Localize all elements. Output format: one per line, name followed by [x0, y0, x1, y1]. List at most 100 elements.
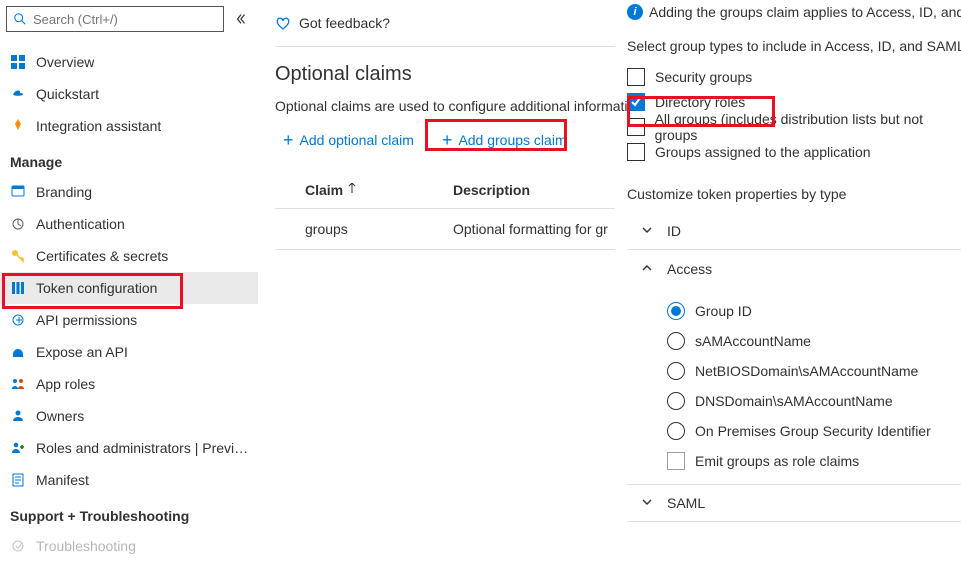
nav-label: Overview [36, 54, 94, 70]
radio-label: On Premises Group Security Identifier [695, 423, 931, 439]
checkbox-label: Emit groups as role claims [695, 453, 859, 469]
plus-icon: + [442, 133, 453, 147]
radio-icon [667, 392, 685, 410]
rocket-icon [10, 118, 26, 134]
nav-integration-assistant[interactable]: Integration assistant [0, 110, 258, 142]
chevron-up-icon [641, 261, 653, 277]
add-optional-claim-button[interactable]: + Add optional claim [275, 128, 422, 152]
search-row [0, 6, 258, 36]
checkbox-app-assigned-groups[interactable]: Groups assigned to the application [627, 139, 961, 164]
nav-label: Token configuration [36, 280, 157, 296]
nav-manifest[interactable]: Manifest [0, 464, 258, 496]
nav-label: Quickstart [36, 86, 99, 102]
checkbox-icon [627, 93, 645, 111]
expander-label: Access [667, 261, 712, 277]
nav-label: Integration assistant [36, 118, 161, 134]
nav-quickstart[interactable]: Quickstart [0, 78, 258, 110]
checkbox-icon [667, 452, 685, 470]
divider [275, 46, 615, 47]
feedback-label: Got feedback? [299, 15, 390, 31]
th-description-label: Description [453, 182, 530, 198]
checkbox-label: Groups assigned to the application [655, 144, 871, 160]
button-label: Add optional claim [300, 132, 414, 148]
radio-icon [667, 332, 685, 350]
chevron-double-left-icon [234, 12, 248, 26]
radio-label: sAMAccountName [695, 333, 811, 349]
nav-label: Roles and administrators | Previ… [36, 440, 248, 456]
info-icon: i [627, 4, 643, 20]
claims-table-header: Claim Description [275, 182, 615, 209]
radio-icon [667, 362, 685, 380]
nav-label: Expose an API [36, 344, 128, 360]
expander-access[interactable]: Access [627, 250, 961, 288]
troubleshooting-icon [10, 538, 26, 554]
th-claim[interactable]: Claim [305, 182, 453, 198]
nav-troubleshooting[interactable]: Troubleshooting [0, 530, 258, 562]
info-text: Adding the groups claim applies to Acces… [649, 4, 961, 20]
token-icon [10, 280, 26, 296]
table-row[interactable]: groups Optional formatting for gr [275, 209, 615, 250]
checkbox-label: Directory roles [655, 94, 745, 110]
checkbox-security-groups[interactable]: Security groups [627, 64, 961, 89]
key-icon [10, 248, 26, 264]
nav-api-permissions[interactable]: API permissions [0, 304, 258, 336]
radio-samaccountname[interactable]: sAMAccountName [667, 326, 961, 356]
radio-netbios-sam[interactable]: NetBIOSDomain\sAMAccountName [667, 356, 961, 386]
button-label: Add groups claim [458, 132, 566, 148]
search-box[interactable] [6, 6, 224, 32]
expander-saml[interactable]: SAML [627, 484, 961, 522]
edit-groups-claim-panel: i Adding the groups claim applies to Acc… [627, 0, 961, 555]
nav-label: App roles [36, 376, 95, 392]
nav-label: Owners [36, 408, 84, 424]
expander-id[interactable]: ID [627, 212, 961, 250]
nav-certificates-secrets[interactable]: Certificates & secrets [0, 240, 258, 272]
td-claim: groups [305, 221, 453, 237]
nav-label: Certificates & secrets [36, 248, 168, 264]
checkbox-icon [627, 143, 645, 161]
nav-roles-administrators[interactable]: Roles and administrators | Previ… [0, 432, 258, 464]
checkbox-emit-role-claims[interactable]: Emit groups as role claims [667, 446, 961, 476]
radio-icon [667, 302, 685, 320]
radio-group-id[interactable]: Group ID [667, 296, 961, 326]
nav-label: Troubleshooting [36, 538, 136, 554]
radio-label: NetBIOSDomain\sAMAccountName [695, 363, 918, 379]
chevron-down-icon [641, 495, 653, 511]
th-description[interactable]: Description [453, 182, 530, 198]
overview-icon [10, 54, 26, 70]
expose-api-icon [10, 344, 26, 360]
th-claim-label: Claim [305, 182, 343, 198]
access-radio-group: Group ID sAMAccountName NetBIOSDomain\sA… [627, 288, 961, 484]
radio-dnsdomain-sam[interactable]: DNSDomain\sAMAccountName [667, 386, 961, 416]
sidebar: Overview Quickstart Integration assistan… [0, 0, 258, 555]
radio-onprem-sid[interactable]: On Premises Group Security Identifier [667, 416, 961, 446]
nav-token-configuration[interactable]: Token configuration [0, 272, 258, 304]
customize-token-label: Customize token properties by type [627, 186, 961, 202]
select-group-types-label: Select group types to include in Access,… [627, 38, 961, 54]
nav-branding[interactable]: Branding [0, 176, 258, 208]
radio-label: DNSDomain\sAMAccountName [695, 393, 893, 409]
plus-icon: + [283, 133, 294, 147]
support-header: Support + Troubleshooting [0, 496, 258, 530]
checkbox-all-groups[interactable]: All groups (includes distribution lists … [627, 114, 961, 139]
collapse-sidebar-button[interactable] [230, 8, 252, 30]
search-icon [13, 12, 27, 26]
nav-app-roles[interactable]: App roles [0, 368, 258, 400]
nav-label: Authentication [36, 216, 125, 232]
owners-icon [10, 408, 26, 424]
app-roles-icon [10, 376, 26, 392]
auth-icon [10, 216, 26, 232]
radio-icon [667, 422, 685, 440]
nav-owners[interactable]: Owners [0, 400, 258, 432]
add-groups-claim-button[interactable]: + Add groups claim [434, 128, 575, 152]
expander-label: ID [667, 223, 681, 239]
nav-expose-api[interactable]: Expose an API [0, 336, 258, 368]
api-permissions-icon [10, 312, 26, 328]
checkbox-icon [627, 68, 645, 86]
nav-label: API permissions [36, 312, 137, 328]
search-input[interactable] [31, 11, 201, 28]
checkbox-label: Security groups [655, 69, 752, 85]
heart-icon [275, 15, 291, 31]
nav-overview[interactable]: Overview [0, 46, 258, 78]
checkbox-icon [627, 118, 645, 136]
nav-authentication[interactable]: Authentication [0, 208, 258, 240]
